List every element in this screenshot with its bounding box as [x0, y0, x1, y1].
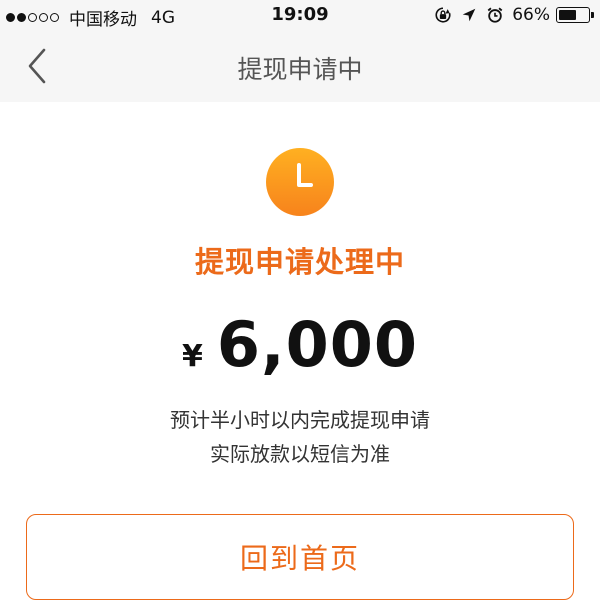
- sms-note: 实际放款以短信为准: [210, 442, 390, 466]
- clock-icon: [266, 148, 334, 216]
- page-title: 提现申请中: [237, 55, 363, 84]
- status-bar: 中国移动 4G 19:09 66%: [0, 0, 600, 30]
- battery-icon: [556, 7, 594, 23]
- battery-fill: [559, 10, 577, 20]
- estimate-note: 预计半小时以内完成提现申请: [170, 408, 430, 432]
- back-to-home-button[interactable]: 回到首页: [26, 514, 574, 600]
- home-button-label: 回到首页: [239, 542, 360, 575]
- battery-percent: 66%: [512, 5, 550, 25]
- location-arrow-icon: [462, 8, 476, 22]
- withdrawal-amount: 6,000: [216, 308, 418, 381]
- status-title: 提现申请处理中: [194, 245, 405, 279]
- nav-bar: 提现申请中: [0, 30, 600, 102]
- amount-display: ¥ 6,000: [0, 308, 600, 381]
- status-bar-right: 66%: [434, 5, 594, 25]
- alarm-icon: [487, 7, 503, 23]
- rotation-lock-icon: [435, 7, 451, 23]
- main-content: 提现申请处理中 ¥ 6,000 预计半小时以内完成提现申请 实际放款以短信为准 …: [0, 102, 600, 614]
- currency-symbol: ¥: [182, 339, 203, 374]
